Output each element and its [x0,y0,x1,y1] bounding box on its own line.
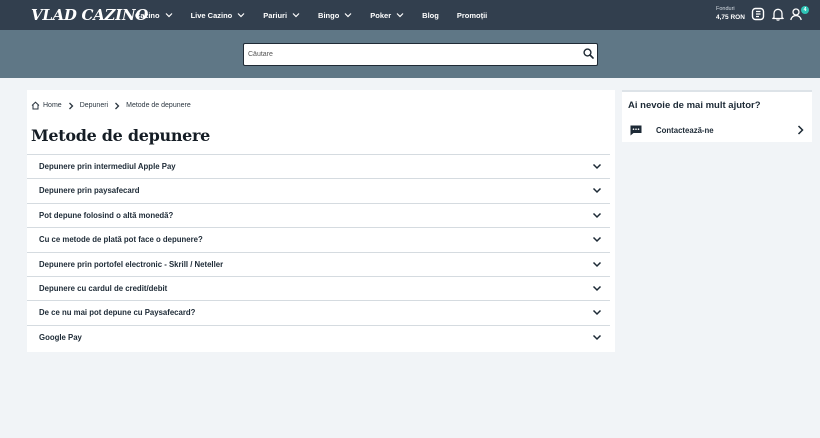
nav-item-blog[interactable]: Blog [422,11,439,20]
chevron-down-icon [592,261,602,267]
nav-item-poker[interactable]: Poker [370,11,404,20]
nav-item-label: Bingo [318,10,340,20]
chevron-down-icon [592,212,602,218]
chevron-down-icon [592,334,602,340]
chevron-down-icon [592,310,602,316]
faq-question: Depunere prin intermediul Apple Pay [39,162,176,171]
faq-question: Depunere prin portofel electronic - Skri… [39,259,224,269]
faq-item[interactable]: Cu ce metode de plată pot face o depuner… [27,227,610,251]
faq-item[interactable]: Depunere prin portofel electronic - Skri… [27,251,610,276]
chevron-down-icon [396,13,404,18]
nav-item-cazino[interactable]: Cazino [135,11,173,20]
chevron-down-icon [165,13,173,18]
chevron-down-icon [592,237,602,243]
chevron-down-icon [292,13,300,18]
faq-accordion: Depunere prin intermediul Apple Pay Depu… [27,154,610,349]
faq-item[interactable]: Depunere prin intermediul Apple Pay [27,154,610,178]
top-navigation-bar: VLAD CAZINO Cazino Live Cazino Pariuri B… [0,0,820,30]
funds-label: Fonduri [716,6,735,12]
contact-us-label: Contactează-ne [656,126,714,135]
nav-item-live-cazino[interactable]: Live Cazino [191,11,246,20]
faq-item[interactable]: Google Pay [27,324,610,349]
nav-item-label: Promoții [456,10,488,20]
faq-item[interactable]: Pot depune folosind o altă monedă? [27,202,610,227]
search-input[interactable] [248,44,578,64]
main-nav: Cazino Live Cazino Pariuri Bingo Poker B… [135,0,505,30]
breadcrumb-current: Metode de depunere [126,102,191,109]
chevron-right-icon [797,125,804,135]
contact-us-link[interactable]: Contactează-ne [628,123,808,137]
faq-question: Cu ce metode de plată pot face o depuner… [39,235,203,245]
nav-item-pariuri[interactable]: Pariuri [263,11,300,20]
faq-question: Depunere prin paysafecard [39,186,140,196]
content-card: Home Depuneri Metode de depunere Metode … [27,90,615,352]
breadcrumb-depuneri[interactable]: Depuneri [80,102,108,109]
page-title: Metode de depunere [31,126,211,145]
nav-item-label: Live Cazino [190,10,233,20]
help-card: Ai nevoie de mai mult ajutor? Contacteaz… [622,90,812,142]
home-icon[interactable] [31,101,40,110]
nav-item-label: Cazino [135,10,160,20]
breadcrumb-home[interactable]: Home [43,102,62,109]
funds-value: 4,75 RON [716,14,745,21]
nav-item-promotii[interactable]: Promoții [457,11,487,20]
bell-icon[interactable] [771,7,785,21]
chevron-down-icon [592,285,602,292]
chevron-right-icon [68,102,74,109]
search-icon[interactable] [583,48,594,59]
breadcrumb: Home Depuneri Metode de depunere [31,101,191,110]
chat-icon [630,125,642,136]
faq-question: De ce nu mai pot depune cu Paysafecard? [39,308,196,318]
faq-question: Depunere cu cardul de credit/debit [39,283,168,293]
faq-question: Google Pay [39,332,82,342]
chevron-down-icon [344,13,352,18]
faq-item[interactable]: Depunere cu cardul de credit/debit [27,275,610,300]
nav-item-bingo[interactable]: Bingo [318,11,352,20]
search-box[interactable] [243,43,598,66]
nav-item-label: Poker [370,10,392,20]
faq-question: Pot depune folosind o altă monedă? [39,210,174,220]
chevron-right-icon [115,102,120,109]
nav-item-label: Pariuri [263,10,288,20]
chevron-down-icon [592,188,602,194]
faq-item[interactable]: Depunere prin paysafecard [27,178,610,202]
bonus-icon[interactable] [751,7,765,21]
chevron-down-icon [237,13,245,18]
notification-badge: 4 [801,6,809,14]
chevron-down-icon [592,163,602,170]
vlad-cazino-logo[interactable]: VLAD CAZINO [31,5,148,25]
funds-display[interactable]: Fonduri 4,75 RON [716,6,745,23]
nav-item-label: Blog [422,10,439,20]
help-title: Ai nevoie de mai mult ajutor? [628,100,761,111]
faq-item[interactable]: De ce nu mai pot depune cu Paysafecard? [27,300,610,324]
